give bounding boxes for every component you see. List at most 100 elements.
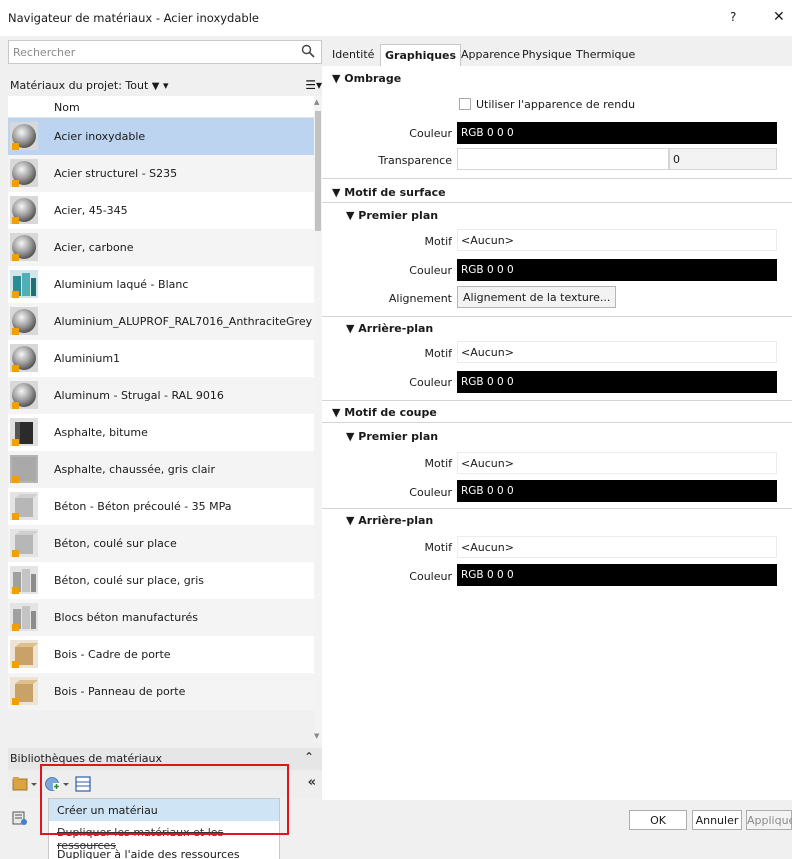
list-header[interactable]: Nom <box>8 96 314 118</box>
pattern-label: Motif <box>424 541 452 554</box>
material-row[interactable]: Aluminium laqué - Blanc <box>8 266 314 303</box>
section-cut-pattern[interactable]: ▼ Motif de coupe <box>332 406 437 419</box>
collapse-panel-icon[interactable]: « <box>308 775 316 790</box>
section-surface-pattern[interactable]: ▼ Motif de surface <box>332 186 446 199</box>
project-tag-icon <box>12 217 19 224</box>
graphics-panel: ▼ Ombrage Utiliser l'apparence de rendu … <box>322 66 792 800</box>
expand-libraries-icon[interactable]: ⌃ <box>304 750 314 764</box>
divider <box>322 178 792 179</box>
tab-thermique[interactable]: Thermique <box>576 44 635 66</box>
menu-item-create-material[interactable]: Créer un matériau <box>49 799 279 821</box>
material-row[interactable]: Aluminium_ALUPROF_RAL7016_AnthraciteGrey <box>8 303 314 340</box>
material-row[interactable]: Acier, 45-345 <box>8 192 314 229</box>
material-assets-icon[interactable] <box>12 810 28 826</box>
material-thumbnail-icon <box>10 603 38 631</box>
color-label: Couleur <box>409 570 452 583</box>
list-view-icon[interactable]: ☰▾ <box>305 78 322 92</box>
texture-alignment-button[interactable]: Alignement de la texture... <box>457 286 617 308</box>
divider <box>322 422 792 423</box>
surface-bg-pattern-field[interactable]: <Aucun> <box>457 341 777 363</box>
material-row[interactable]: Aluminum - Strugal - RAL 9016 <box>8 377 314 414</box>
transparency-value[interactable]: 0 <box>669 148 777 170</box>
cut-bg-color-field[interactable]: RGB 0 0 0 <box>457 564 777 586</box>
subsection-foreground[interactable]: ▼ Premier plan <box>346 209 438 222</box>
material-row[interactable]: Asphalte, bitume <box>8 414 314 451</box>
material-row[interactable]: Béton - Béton précoulé - 35 MPa <box>8 488 314 525</box>
material-row[interactable]: Bois - Cadre de porte <box>8 636 314 673</box>
create-material-menu: Créer un matériau Dupliquer les matériau… <box>48 798 280 859</box>
material-row[interactable]: Asphalte, chaussée, gris clair <box>8 451 314 488</box>
material-row[interactable]: Acier structurel - S235 <box>8 155 314 192</box>
material-name: Aluminum - Strugal - RAL 9016 <box>54 389 224 402</box>
material-row[interactable]: Béton, coulé sur place, gris <box>8 562 314 599</box>
divider <box>322 316 792 317</box>
material-list: Acier inoxydable Acier structurel - S235 A… <box>8 118 314 710</box>
section-ombrage[interactable]: ▼ Ombrage <box>332 72 401 85</box>
surface-bg-color-field[interactable]: RGB 0 0 0 <box>457 371 777 393</box>
shading-color-field[interactable]: RGB 0 0 0 <box>457 122 777 144</box>
search-input[interactable] <box>13 44 293 60</box>
search-icon[interactable] <box>301 44 315 58</box>
create-material-icon[interactable] <box>44 775 70 793</box>
scroll-thumb[interactable] <box>315 111 321 231</box>
project-tag-icon <box>12 143 19 150</box>
cut-fg-pattern-field[interactable]: <Aucun> <box>457 452 777 474</box>
column-header-name[interactable]: Nom <box>54 101 80 114</box>
material-row[interactable]: Acier, carbone <box>8 229 314 266</box>
subsection-background[interactable]: ▼ Arrière-plan <box>346 322 433 335</box>
tab-apparence[interactable]: Apparence <box>461 44 520 66</box>
material-row[interactable]: Blocs béton manufacturés <box>8 599 314 636</box>
cut-fg-color-field[interactable]: RGB 0 0 0 <box>457 480 777 502</box>
title-bar: Navigateur de matériaux - Acier inoxydab… <box>0 0 792 36</box>
project-tag-icon <box>12 402 19 409</box>
library-folder-icon[interactable] <box>12 775 38 793</box>
material-thumbnail-icon <box>10 270 38 298</box>
subsection-foreground[interactable]: ▼ Premier plan <box>346 430 438 443</box>
alignment-label: Alignement <box>388 292 452 305</box>
surface-fg-color-field[interactable]: RGB 0 0 0 <box>457 259 777 281</box>
help-button[interactable]: ? <box>730 10 736 24</box>
tab-identite[interactable]: Identité <box>332 44 374 66</box>
material-name: Asphalte, bitume <box>54 426 148 439</box>
project-materials-filter[interactable]: Matériaux du projet: Tout ▼ ▾ <box>10 79 169 92</box>
cancel-button[interactable]: Annuler <box>692 810 742 830</box>
surface-fg-pattern-field[interactable]: <Aucun> <box>457 229 777 251</box>
menu-item-duplicate-materials[interactable]: Dupliquer les matériaux et les ressource… <box>49 821 279 852</box>
divider <box>322 202 792 203</box>
material-thumbnail-icon <box>10 381 38 409</box>
project-tag-icon <box>12 698 19 705</box>
subsection-background[interactable]: ▼ Arrière-plan <box>346 514 433 527</box>
project-tag-icon <box>12 661 19 668</box>
material-row[interactable]: Aluminium1 <box>8 340 314 377</box>
material-libraries-label: Bibliothèques de matériaux <box>10 752 163 765</box>
divider <box>322 508 792 509</box>
use-render-checkbox[interactable] <box>459 98 471 110</box>
property-tabs: Identité Graphiques Apparence Physique T… <box>328 44 792 66</box>
material-thumbnail-icon <box>10 566 38 594</box>
project-tag-icon <box>12 587 19 594</box>
scroll-up-icon[interactable]: ▲ <box>314 98 319 106</box>
project-tag-icon <box>12 513 19 520</box>
material-row[interactable]: Béton, coulé sur place <box>8 525 314 562</box>
pattern-label: Motif <box>424 347 452 360</box>
material-editor-icon[interactable] <box>74 775 92 793</box>
material-row[interactable]: Acier inoxydable <box>8 118 314 155</box>
project-tag-icon <box>12 180 19 187</box>
project-tag-icon <box>12 476 19 483</box>
material-thumbnail-icon <box>10 529 38 557</box>
material-thumbnail-icon <box>10 492 38 520</box>
material-libraries-bar[interactable]: Bibliothèques de matériaux ⌃ <box>8 748 322 770</box>
scroll-down-icon[interactable]: ▼ <box>314 732 319 740</box>
list-scrollbar[interactable]: ▲ ▼ <box>314 96 322 742</box>
close-button[interactable]: ✕ <box>773 9 785 25</box>
ok-button[interactable]: OK <box>629 810 687 830</box>
cut-bg-pattern-field[interactable]: <Aucun> <box>457 536 777 558</box>
material-name: Acier, 45-345 <box>54 204 128 217</box>
apply-button[interactable]: Appliquer <box>746 810 792 830</box>
tab-physique[interactable]: Physique <box>522 44 572 66</box>
color-label: Couleur <box>409 376 452 389</box>
transparency-slider[interactable] <box>457 148 669 170</box>
tab-graphiques[interactable]: Graphiques <box>380 44 462 66</box>
material-row[interactable]: Bois - Panneau de porte <box>8 673 314 710</box>
material-thumbnail-icon <box>10 307 38 335</box>
